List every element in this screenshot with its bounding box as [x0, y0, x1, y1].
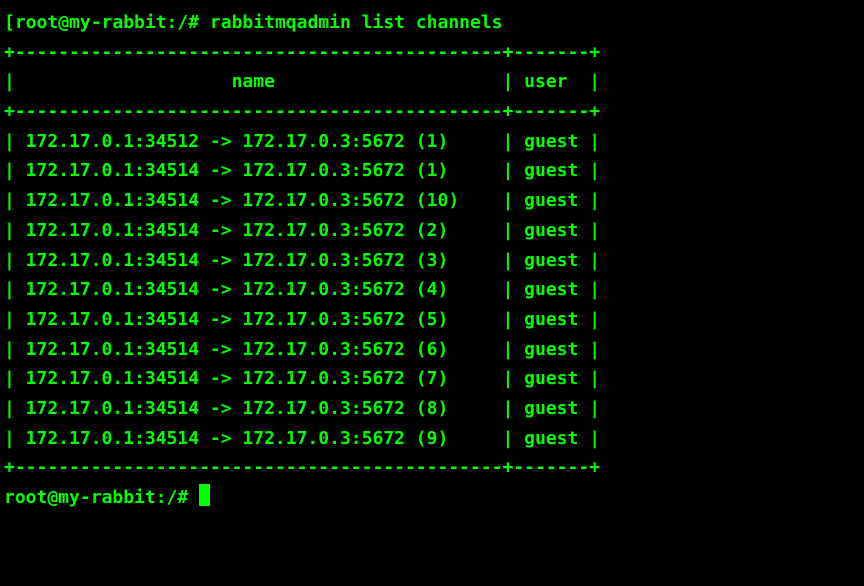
table-row: | 172.17.0.1:34514 -> 172.17.0.3:5672 (1… — [4, 186, 860, 216]
table-row: | 172.17.0.1:34514 -> 172.17.0.3:5672 (4… — [4, 275, 860, 305]
table-row: | 172.17.0.1:34512 -> 172.17.0.3:5672 (1… — [4, 127, 860, 157]
table-row: | 172.17.0.1:34514 -> 172.17.0.3:5672 (3… — [4, 246, 860, 276]
table-row: | 172.17.0.1:34514 -> 172.17.0.3:5672 (5… — [4, 305, 860, 335]
table-row: | 172.17.0.1:34514 -> 172.17.0.3:5672 (2… — [4, 216, 860, 246]
shell-prompt: root@my-rabbit:/# — [4, 487, 188, 508]
table-row: | 172.17.0.1:34514 -> 172.17.0.3:5672 (8… — [4, 394, 860, 424]
table-border-bottom: +---------------------------------------… — [4, 453, 860, 483]
shell-prompt: root@my-rabbit:/# — [15, 12, 199, 33]
command-line: [root@my-rabbit:/# rabbitmqadmin list ch… — [4, 8, 860, 38]
table-row: | 172.17.0.1:34514 -> 172.17.0.3:5672 (7… — [4, 364, 860, 394]
table-header: | name | user | — [4, 67, 860, 97]
cursor-icon — [199, 484, 210, 506]
prompt-line[interactable]: root@my-rabbit:/# — [4, 483, 860, 513]
prompt-bracket: [ — [4, 12, 15, 33]
table-row: | 172.17.0.1:34514 -> 172.17.0.3:5672 (1… — [4, 156, 860, 186]
table-border-mid: +---------------------------------------… — [4, 97, 860, 127]
table-row: | 172.17.0.1:34514 -> 172.17.0.3:5672 (9… — [4, 424, 860, 454]
table-row: | 172.17.0.1:34514 -> 172.17.0.3:5672 (6… — [4, 335, 860, 365]
table-border-top: +---------------------------------------… — [4, 38, 860, 68]
command-text: rabbitmqadmin list channels — [210, 12, 503, 33]
